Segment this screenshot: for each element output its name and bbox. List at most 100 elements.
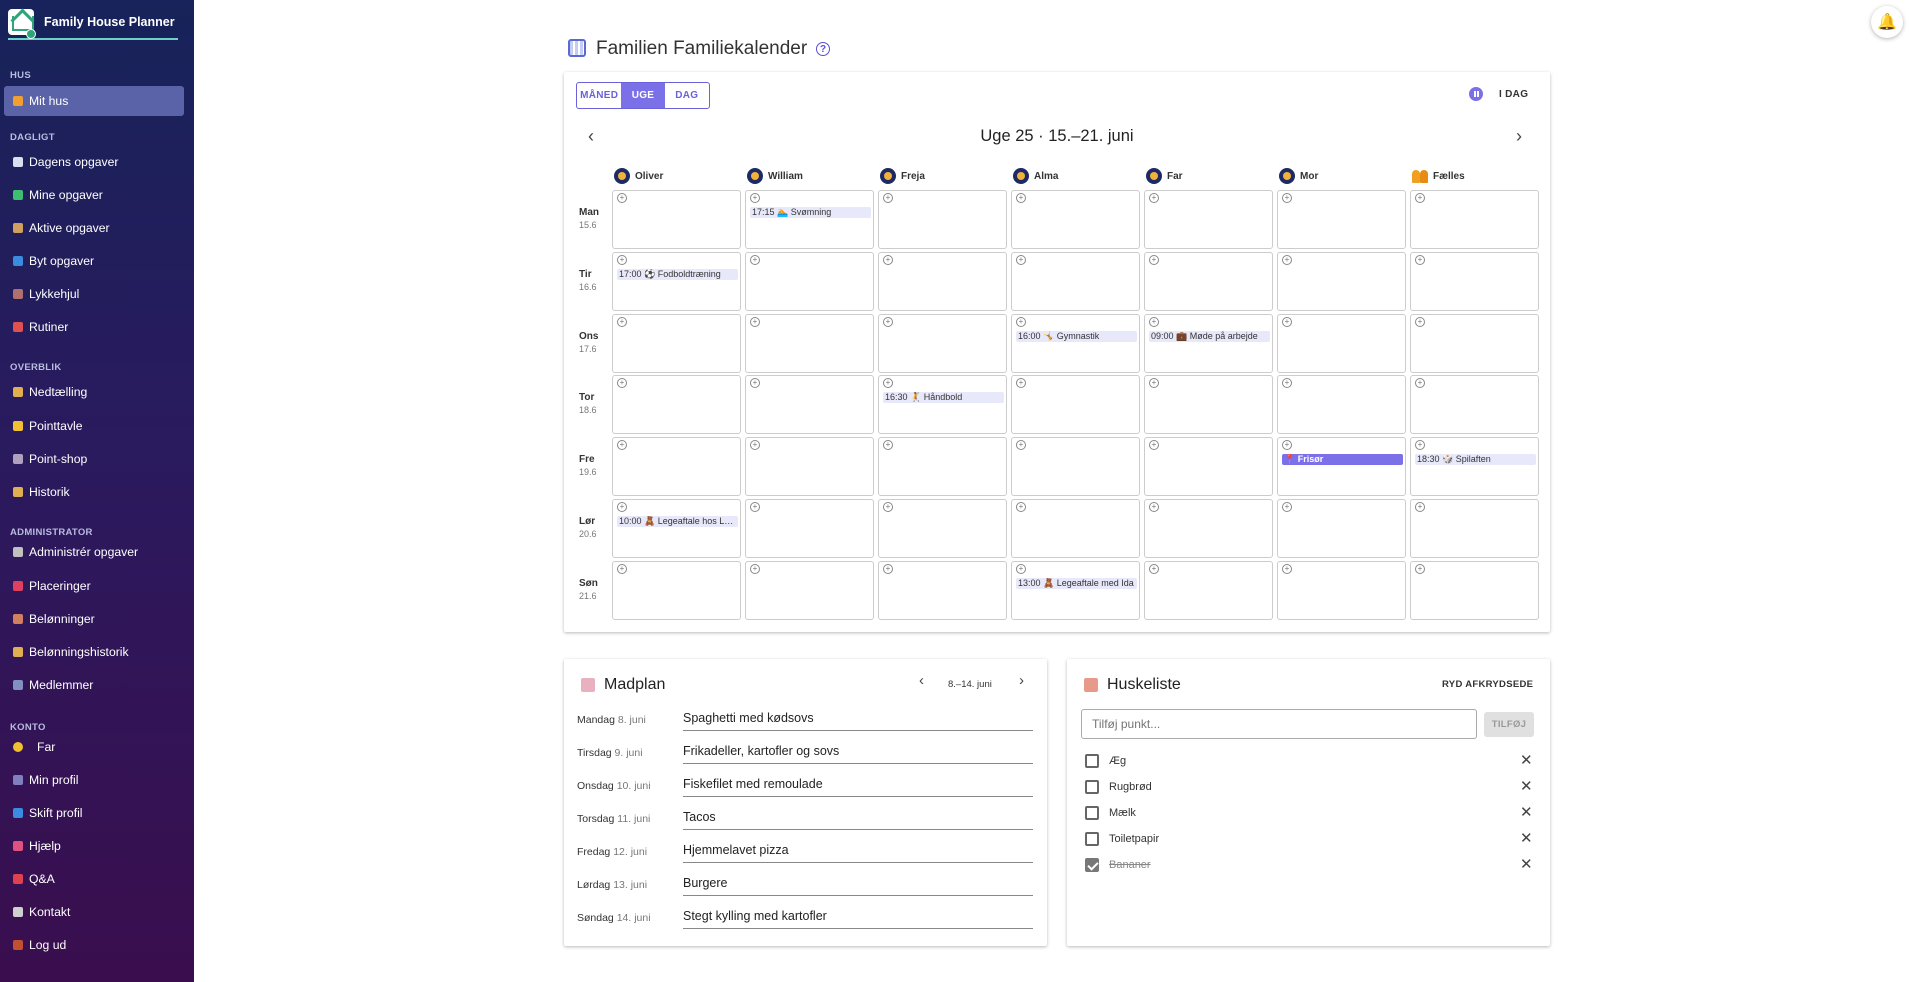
calendar-cell[interactable]: + 📍 Frisør — [1277, 437, 1406, 496]
meal-input[interactable]: Frikadeller, kartofler og sovs — [683, 744, 1033, 764]
calendar-cell[interactable]: + — [1277, 375, 1406, 434]
sidebar-item-nedtælling[interactable]: Nedtælling — [4, 377, 184, 407]
meal-input[interactable]: Burgere — [683, 876, 1033, 896]
calendar-cell[interactable]: + — [745, 314, 874, 373]
next-range-arrow-icon[interactable]: › — [1019, 672, 1024, 689]
calendar-cell[interactable]: + — [1011, 252, 1140, 311]
add-event-icon[interactable]: + — [750, 502, 760, 512]
add-event-icon[interactable]: + — [1282, 440, 1292, 450]
add-event-icon[interactable]: + — [883, 255, 893, 265]
calendar-cell[interactable]: + — [878, 561, 1007, 620]
add-event-icon[interactable]: + — [1415, 255, 1425, 265]
add-event-icon[interactable]: + — [1282, 255, 1292, 265]
add-event-icon[interactable]: + — [883, 502, 893, 512]
calendar-cell[interactable]: + — [1011, 499, 1140, 558]
calendar-cell[interactable]: + — [1144, 252, 1273, 311]
pause-icon[interactable] — [1469, 87, 1483, 101]
add-event-icon[interactable]: + — [750, 255, 760, 265]
calendar-cell[interactable]: + — [1410, 314, 1539, 373]
remove-item-icon[interactable]: ✕ — [1520, 829, 1533, 847]
sidebar-item-historik[interactable]: Historik — [4, 477, 184, 507]
calendar-cell[interactable]: + — [1277, 499, 1406, 558]
calendar-cell[interactable]: + — [1011, 190, 1140, 249]
add-event-icon[interactable]: + — [750, 378, 760, 388]
add-event-icon[interactable]: + — [1149, 502, 1159, 512]
calendar-cell[interactable]: + — [1277, 252, 1406, 311]
remove-item-icon[interactable]: ✕ — [1520, 855, 1533, 873]
add-event-icon[interactable]: + — [1149, 440, 1159, 450]
sidebar-item-hjælp[interactable]: Hjælp — [4, 831, 184, 861]
calendar-event[interactable]: 09:00 💼 Møde på arbejde — [1149, 331, 1270, 342]
add-event-icon[interactable]: + — [1415, 502, 1425, 512]
calendar-cell[interactable]: +16:00 🤸 Gymnastik — [1011, 314, 1140, 373]
calendar-event[interactable]: 16:00 🤸 Gymnastik — [1016, 331, 1137, 342]
sidebar-item-far[interactable]: Far — [4, 732, 184, 762]
remove-item-icon[interactable]: ✕ — [1520, 777, 1533, 795]
add-event-icon[interactable]: + — [1282, 378, 1292, 388]
add-item-input[interactable] — [1081, 709, 1477, 739]
sidebar-item-medlemmer[interactable]: Medlemmer — [4, 670, 184, 700]
add-event-icon[interactable]: + — [1415, 440, 1425, 450]
calendar-cell[interactable]: + — [1144, 190, 1273, 249]
sidebar-item-point-shop[interactable]: Point-shop — [4, 444, 184, 474]
add-event-icon[interactable]: + — [1415, 193, 1425, 203]
notification-bell-icon[interactable]: 🔔 — [1871, 6, 1903, 38]
calendar-cell[interactable]: +17:15 🏊 Svømning — [745, 190, 874, 249]
view-month-button[interactable]: MÅNED — [577, 83, 621, 108]
calendar-cell[interactable]: + — [878, 190, 1007, 249]
item-checkbox[interactable] — [1085, 754, 1099, 768]
remove-item-icon[interactable]: ✕ — [1520, 803, 1533, 821]
calendar-cell[interactable]: +13:00 🧸 Legeaftale med Ida — [1011, 561, 1140, 620]
calendar-cell[interactable]: + — [1410, 561, 1539, 620]
add-event-icon[interactable]: + — [617, 502, 627, 512]
add-event-icon[interactable]: + — [883, 378, 893, 388]
calendar-cell[interactable]: + — [1410, 252, 1539, 311]
calendar-cell[interactable]: + — [878, 437, 1007, 496]
add-event-icon[interactable]: + — [883, 440, 893, 450]
next-week-arrow-icon[interactable]: › — [1516, 126, 1522, 147]
calendar-event[interactable]: 18:30 🎲 Spilaften — [1415, 454, 1536, 465]
calendar-cell[interactable]: + — [745, 375, 874, 434]
calendar-cell[interactable]: + — [612, 561, 741, 620]
sidebar-item-lykkehjul[interactable]: Lykkehjul — [4, 279, 184, 309]
sidebar-item-belønningshistorik[interactable]: Belønningshistorik — [4, 637, 184, 667]
sidebar-item-administr-r-opgaver[interactable]: Administrér opgaver — [4, 537, 184, 567]
add-event-icon[interactable]: + — [1282, 317, 1292, 327]
calendar-cell[interactable]: + — [1144, 499, 1273, 558]
clear-checked-button[interactable]: RYD AFKRYDSEDE — [1442, 679, 1533, 690]
calendar-cell[interactable]: + — [1277, 190, 1406, 249]
today-button[interactable]: I DAG — [1499, 89, 1528, 100]
add-event-icon[interactable]: + — [617, 440, 627, 450]
sidebar-item-kontakt[interactable]: Kontakt — [4, 897, 184, 927]
calendar-cell[interactable]: + — [745, 252, 874, 311]
calendar-cell[interactable]: +10:00 🧸 Legeaftale hos Lucas — [612, 499, 741, 558]
add-event-icon[interactable]: + — [750, 564, 760, 574]
calendar-cell[interactable]: + — [1410, 190, 1539, 249]
add-event-icon[interactable]: + — [750, 440, 760, 450]
sidebar-item-skift-profil[interactable]: Skift profil — [4, 798, 184, 828]
sidebar-item-min-profil[interactable]: Min profil — [4, 765, 184, 795]
add-event-icon[interactable]: + — [1149, 564, 1159, 574]
calendar-cell[interactable]: + — [745, 437, 874, 496]
calendar-cell[interactable]: + — [1410, 375, 1539, 434]
add-event-icon[interactable]: + — [1016, 564, 1026, 574]
add-event-icon[interactable]: + — [1016, 378, 1026, 388]
add-event-icon[interactable]: + — [1016, 317, 1026, 327]
add-event-icon[interactable]: + — [1415, 317, 1425, 327]
calendar-cell[interactable]: +18:30 🎲 Spilaften — [1410, 437, 1539, 496]
prev-range-arrow-icon[interactable]: ‹ — [919, 672, 924, 689]
calendar-cell[interactable]: + — [612, 190, 741, 249]
item-checkbox[interactable] — [1085, 806, 1099, 820]
add-event-icon[interactable]: + — [617, 378, 627, 388]
calendar-cell[interactable]: +17:00 ⚽ Fodboldtræning — [612, 252, 741, 311]
brand[interactable]: Family House Planner — [8, 6, 178, 40]
calendar-cell[interactable]: + — [745, 561, 874, 620]
view-week-button[interactable]: UGE — [621, 83, 665, 108]
add-item-button[interactable]: TILFØJ — [1484, 712, 1534, 737]
add-event-icon[interactable]: + — [883, 564, 893, 574]
sidebar-item-mit-hus[interactable]: Mit hus — [4, 86, 184, 116]
calendar-cell[interactable]: + — [1144, 561, 1273, 620]
add-event-icon[interactable]: + — [1282, 502, 1292, 512]
add-event-icon[interactable]: + — [617, 255, 627, 265]
calendar-cell[interactable]: + — [878, 499, 1007, 558]
